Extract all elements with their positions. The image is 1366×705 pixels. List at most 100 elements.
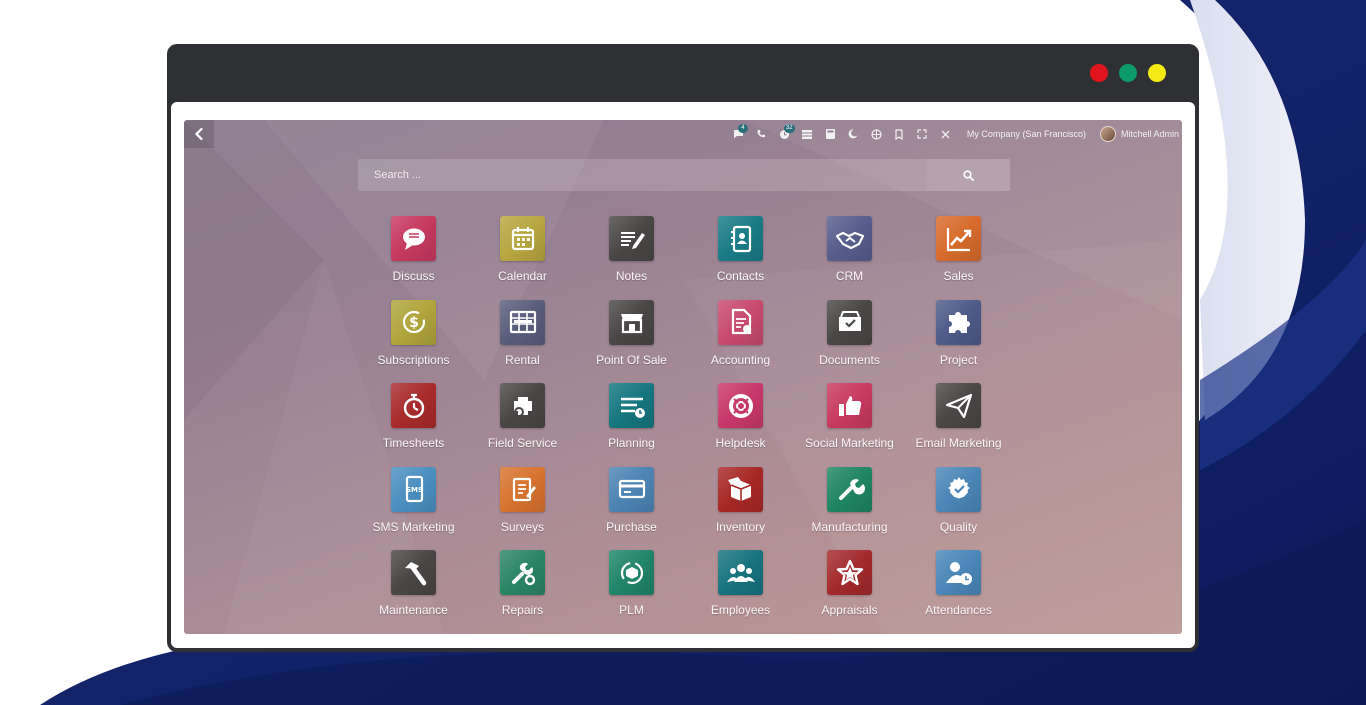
- app-tile-documents[interactable]: Documents: [795, 299, 904, 384]
- close-dot[interactable]: [1090, 64, 1108, 82]
- app-tile-purchase[interactable]: Purchase: [577, 466, 686, 551]
- calculator-icon: [825, 129, 835, 139]
- back-button[interactable]: [184, 120, 214, 148]
- app-tile-repairs[interactable]: Repairs: [468, 550, 577, 634]
- messages-button[interactable]: 4: [727, 120, 750, 148]
- chat-bubble-icon: [391, 216, 436, 261]
- app-tile-field-service[interactable]: Field Service: [468, 383, 577, 467]
- user-menu[interactable]: Mitchell Admin: [1099, 126, 1182, 142]
- app-tile-manufacturing[interactable]: Manufacturing: [795, 466, 904, 551]
- systray: 4 32 My Company (San Francisco) Mitchell…: [727, 120, 1182, 148]
- phone-icon: [757, 130, 766, 138]
- close-menu-button[interactable]: [934, 120, 957, 148]
- app-label: Project: [939, 352, 978, 367]
- app-tile-sales[interactable]: Sales: [904, 216, 1013, 300]
- app-label: Point Of Sale: [596, 352, 667, 367]
- app-tile-calendar[interactable]: Calendar: [468, 216, 577, 300]
- app-tile-timesheets[interactable]: Timesheets: [359, 383, 468, 467]
- home-menu: 4 32 My Company (San Francisco) Mitchell…: [184, 120, 1182, 634]
- app-tile-contacts[interactable]: Contacts: [686, 216, 795, 300]
- app-tile-planning[interactable]: Planning: [577, 383, 686, 467]
- window-content: 4 32 My Company (San Francisco) Mitchell…: [171, 102, 1195, 648]
- moon-icon: [849, 129, 858, 139]
- svg-text:$: $: [409, 315, 419, 331]
- trending-chart-icon: [936, 216, 981, 261]
- app-label: Maintenance: [379, 603, 448, 617]
- survey-clipboard-icon: [500, 466, 545, 512]
- app-tile-point-of-sale[interactable]: Point Of Sale: [577, 299, 686, 384]
- search-input[interactable]: [358, 159, 926, 191]
- app-label: Calendar: [498, 269, 547, 283]
- wrench-icon: [827, 466, 872, 512]
- app-label: Appraisals: [821, 603, 878, 617]
- chevron-left-icon: [194, 128, 203, 140]
- paper-plane-icon: [936, 383, 981, 428]
- app-label: Social Marketing: [805, 436, 894, 450]
- app-tile-surveys[interactable]: Surveys: [468, 466, 577, 551]
- app-label: Sales: [943, 269, 974, 283]
- expand-icon: [917, 129, 928, 139]
- app-label: Helpdesk: [715, 436, 766, 450]
- app-label: CRM: [835, 269, 864, 283]
- invoice-gear-icon: [718, 299, 763, 345]
- credit-card-icon: [609, 466, 654, 512]
- messages-badge: 4: [737, 124, 748, 133]
- bookmark-button[interactable]: [888, 120, 911, 148]
- app-label: Planning: [608, 436, 655, 450]
- app-tile-helpdesk[interactable]: Helpdesk: [686, 383, 795, 467]
- globe-icon: [871, 128, 882, 140]
- calendar-icon: [500, 216, 545, 261]
- phone-button[interactable]: [750, 120, 773, 148]
- app-tile-subscriptions[interactable]: $ Subscriptions: [359, 299, 468, 384]
- app-tile-project[interactable]: Project: [904, 299, 1013, 384]
- sms-phone-icon: SMS: [391, 466, 436, 512]
- app-tile-notes[interactable]: Notes: [577, 216, 686, 300]
- app-label: Contacts: [716, 269, 765, 283]
- app-tile-appraisals[interactable]: Appraisals: [795, 550, 904, 634]
- minimize-dot[interactable]: [1119, 64, 1137, 82]
- close-icon: [941, 130, 950, 138]
- app-tile-rental[interactable]: Rental: [468, 299, 577, 384]
- app-tile-sms-marketing[interactable]: SMS SMS Marketing: [359, 466, 468, 551]
- calculator-button[interactable]: [819, 120, 842, 148]
- app-label: Timesheets: [382, 436, 445, 450]
- field-service-icon: [500, 383, 545, 428]
- company-switcher[interactable]: My Company (San Francisco): [967, 129, 1086, 139]
- user-clock-icon: [936, 550, 981, 595]
- app-label: Surveys: [500, 519, 545, 534]
- dark-mode-button[interactable]: [842, 120, 865, 148]
- app-tile-crm[interactable]: CRM: [795, 216, 904, 300]
- search-icon: [962, 169, 974, 181]
- app-label: Accounting: [710, 352, 771, 367]
- split-screen-button[interactable]: [796, 120, 819, 148]
- search-button[interactable]: [926, 159, 1010, 191]
- app-tile-social-marketing[interactable]: Social Marketing: [795, 383, 904, 467]
- thumbs-up-icon: [827, 383, 872, 428]
- app-tile-email-marketing[interactable]: Email Marketing: [904, 383, 1013, 467]
- app-tile-inventory[interactable]: Inventory: [686, 466, 795, 551]
- app-label: Inventory: [715, 519, 766, 534]
- activities-badge: 32: [783, 124, 795, 133]
- app-tile-accounting[interactable]: Accounting: [686, 299, 795, 384]
- language-button[interactable]: [865, 120, 888, 148]
- quality-seal-icon: [936, 466, 981, 512]
- open-box-icon: [718, 466, 763, 512]
- plm-cycle-icon: [609, 550, 654, 595]
- fullscreen-button[interactable]: [911, 120, 934, 148]
- search-bar: [358, 159, 1010, 191]
- app-tile-plm[interactable]: PLM: [577, 550, 686, 634]
- address-book-icon: [718, 216, 763, 261]
- svg-text:SMS: SMS: [405, 486, 422, 494]
- stopwatch-icon: [391, 383, 436, 428]
- app-tile-quality[interactable]: Quality: [904, 466, 1013, 551]
- app-tile-maintenance[interactable]: Maintenance: [359, 550, 468, 634]
- repair-tools-icon: [500, 550, 545, 595]
- app-tile-attendances[interactable]: Attendances: [904, 550, 1013, 634]
- maximize-dot[interactable]: [1148, 64, 1166, 82]
- star-badge-icon: [827, 550, 872, 595]
- app-label: Repairs: [501, 603, 544, 617]
- app-tile-employees[interactable]: Employees: [686, 550, 795, 634]
- activities-button[interactable]: 32: [773, 120, 796, 148]
- pen-paper-icon: [609, 216, 654, 261]
- app-tile-discuss[interactable]: Discuss: [359, 216, 468, 300]
